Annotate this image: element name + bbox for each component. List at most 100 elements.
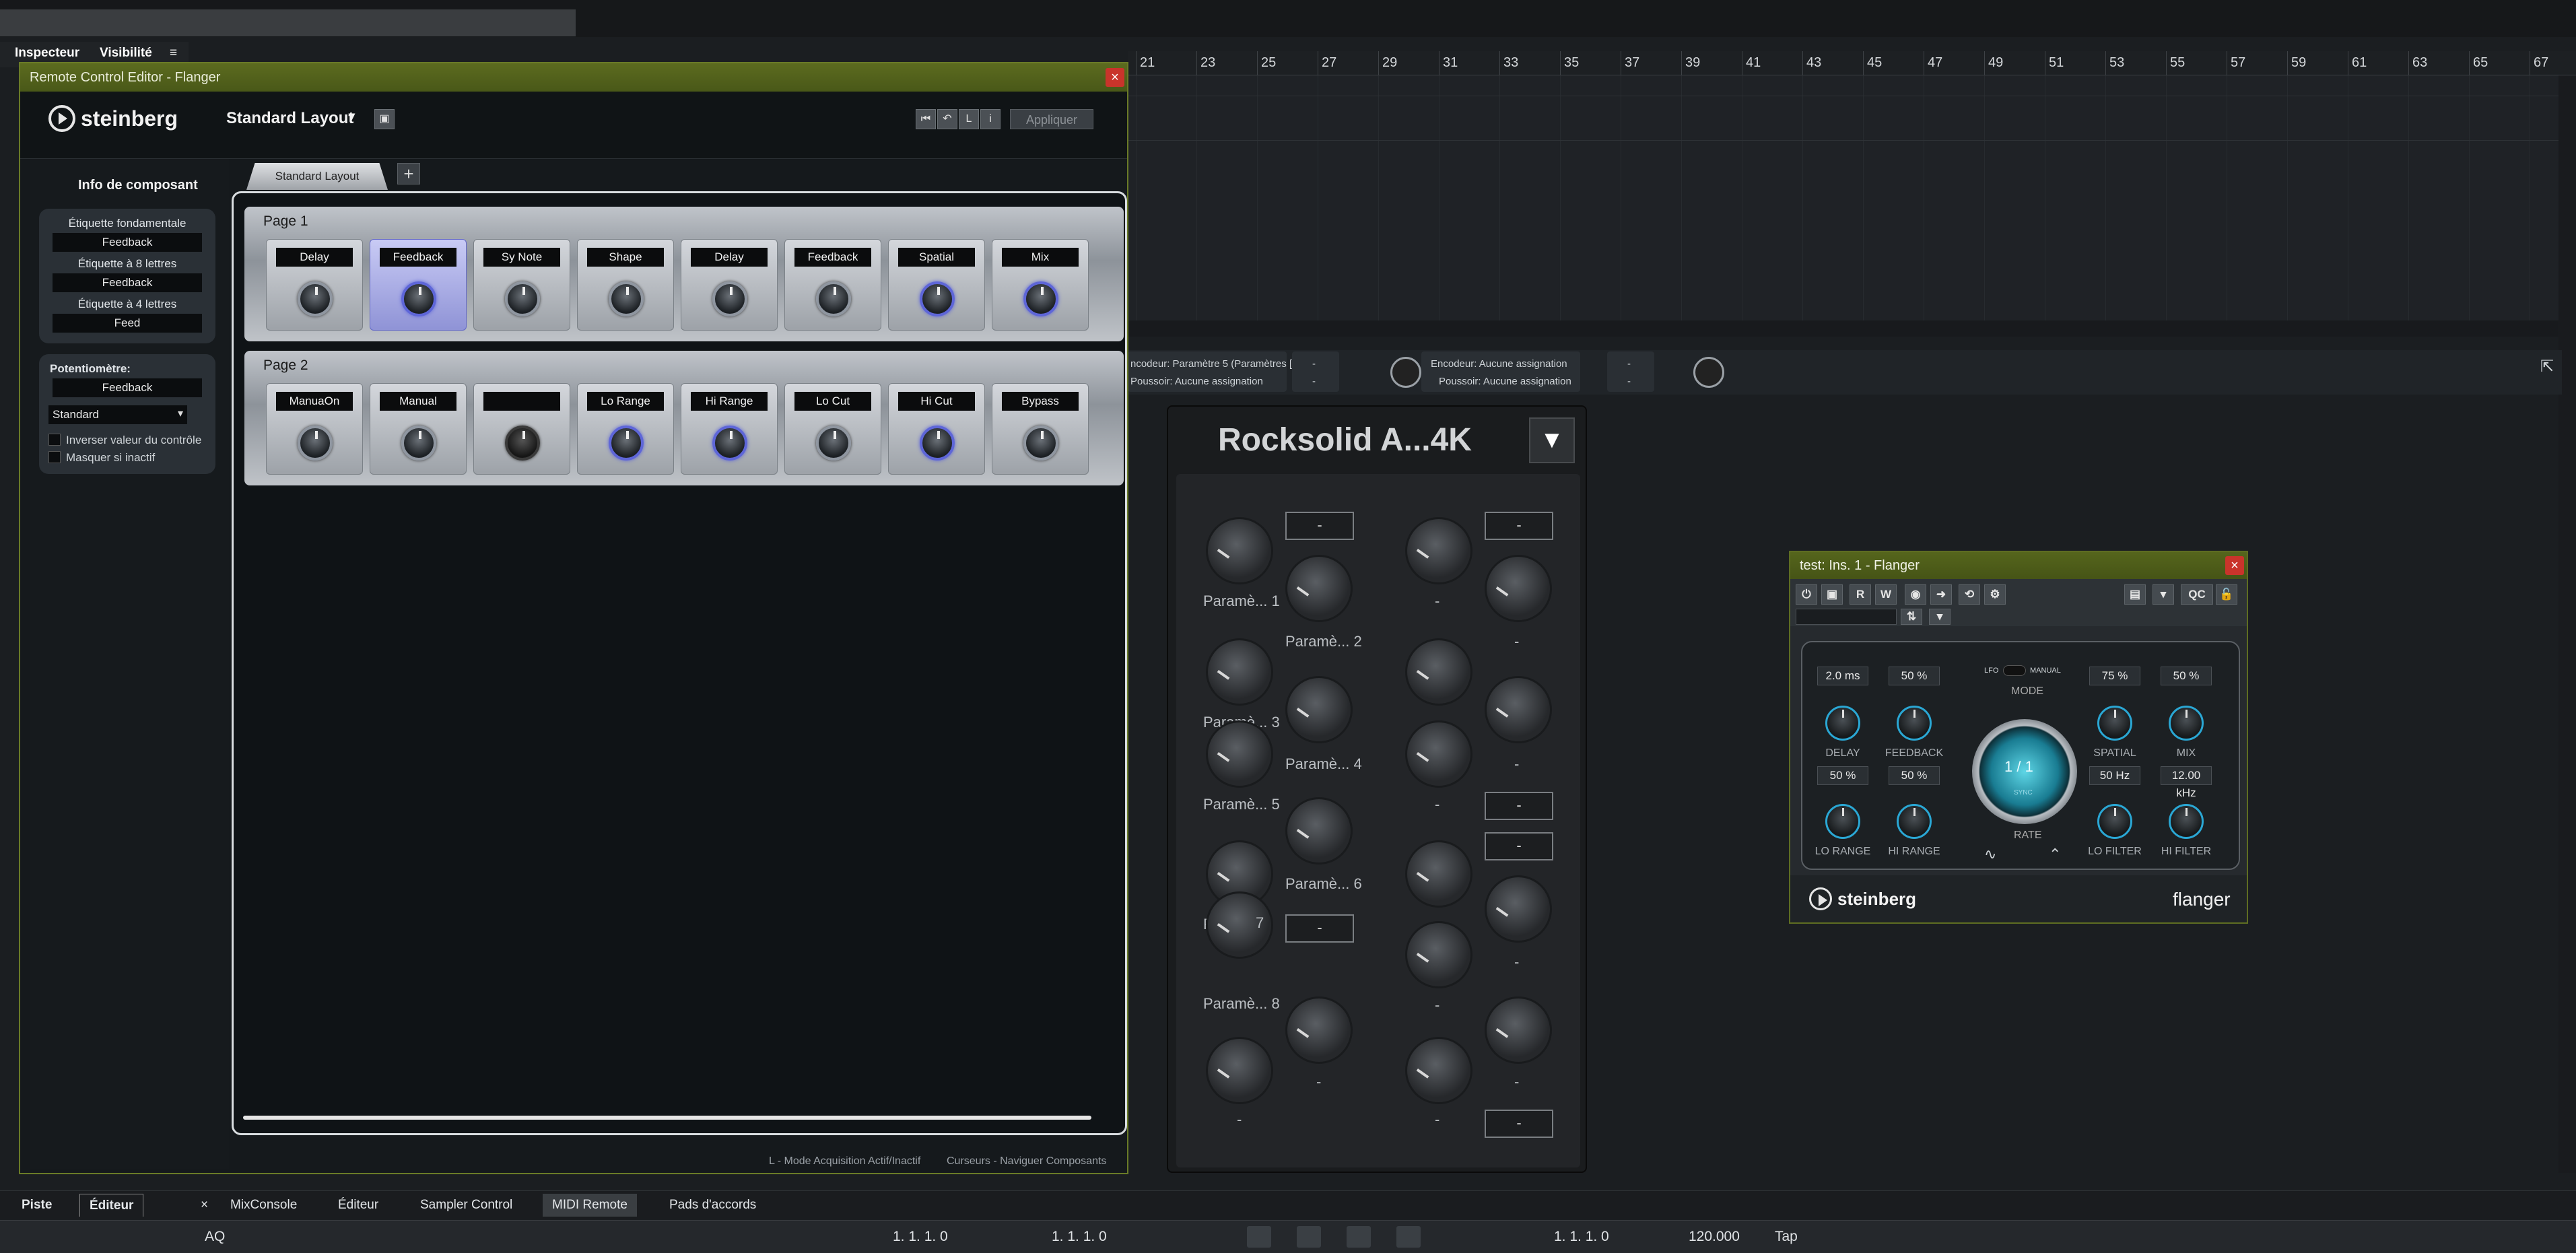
pot-label-field[interactable]: Feedback bbox=[53, 378, 202, 397]
param-knob[interactable] bbox=[1485, 875, 1552, 943]
slot[interactable]: Bypass bbox=[992, 383, 1089, 475]
param-knob[interactable] bbox=[1206, 720, 1273, 788]
aq-label[interactable]: AQ bbox=[205, 1229, 225, 1245]
slot[interactable]: Delay bbox=[266, 239, 363, 331]
chevron-down-icon[interactable]: ▾ bbox=[2153, 584, 2174, 605]
label-fund-field[interactable]: Feedback bbox=[53, 233, 202, 252]
knob[interactable] bbox=[298, 426, 333, 461]
assignment-1[interactable]: ncodeur: Paramètre 5 (Paramètres [.. Pou… bbox=[1128, 351, 1297, 392]
knob[interactable] bbox=[401, 426, 436, 461]
slot[interactable]: Sy Note bbox=[473, 239, 570, 331]
slot-selected[interactable]: Feedback bbox=[370, 239, 467, 331]
stop-icon[interactable] bbox=[1297, 1226, 1321, 1248]
encoder-knob[interactable] bbox=[1390, 357, 1421, 388]
param-knob[interactable] bbox=[1405, 517, 1472, 584]
param-value-box[interactable]: - bbox=[1485, 512, 1553, 540]
rocksolid-dropdown-button[interactable]: ▼ bbox=[1529, 417, 1575, 463]
gear-icon[interactable]: ⚙ bbox=[1984, 584, 2006, 605]
hi-filter-knob[interactable] bbox=[2169, 804, 2204, 839]
knob[interactable] bbox=[505, 426, 540, 461]
left-locator[interactable]: 1. 1. 1. 0 bbox=[893, 1229, 948, 1245]
undo-icon[interactable]: ↶ bbox=[937, 109, 957, 129]
preset-menu-icon[interactable]: ▾ bbox=[1929, 609, 1951, 625]
tab-editeur-2[interactable]: Éditeur bbox=[329, 1194, 388, 1217]
slot[interactable]: Delay bbox=[681, 239, 778, 331]
horizontal-scrollbar[interactable] bbox=[1128, 320, 2562, 337]
param-knob[interactable] bbox=[1405, 840, 1472, 908]
info-icon[interactable]: i bbox=[980, 109, 1001, 129]
chevron-down-icon[interactable]: ▾ bbox=[349, 109, 355, 123]
close-icon[interactable]: × bbox=[1106, 68, 1124, 87]
param-knob[interactable] bbox=[1285, 676, 1353, 743]
hi-range-knob[interactable] bbox=[1897, 804, 1932, 839]
arrange-area[interactable] bbox=[1128, 75, 2562, 325]
expand-icon[interactable]: ⇱ bbox=[2540, 357, 2554, 376]
write-button[interactable]: W bbox=[1875, 584, 1897, 605]
read-button[interactable]: R bbox=[1850, 584, 1871, 605]
position-display[interactable]: 1. 1. 1. 0 bbox=[1554, 1229, 1609, 1245]
hi-filter-value[interactable]: 12.00 kHz bbox=[2161, 766, 2212, 799]
delay-value[interactable]: 2.0 ms bbox=[1817, 667, 1868, 685]
knob[interactable] bbox=[609, 426, 644, 461]
delay-knob[interactable] bbox=[1825, 706, 1860, 741]
hi-range-value[interactable]: 50 % bbox=[1889, 766, 1940, 785]
tab-midi-remote[interactable]: MIDI Remote bbox=[543, 1194, 637, 1217]
waveform-sine-icon[interactable]: ∿ bbox=[1984, 846, 1996, 863]
knob[interactable] bbox=[609, 281, 644, 316]
param-knob[interactable] bbox=[1285, 555, 1353, 622]
slot[interactable] bbox=[473, 383, 570, 475]
slot[interactable]: Hi Cut bbox=[888, 383, 985, 475]
slot[interactable]: Feedback bbox=[784, 239, 881, 331]
rce-title-bar[interactable]: Remote Control Editor - Flanger × bbox=[20, 63, 1127, 92]
label-4-field[interactable]: Feed bbox=[53, 314, 202, 333]
record-icon[interactable] bbox=[1396, 1226, 1421, 1248]
tab-editeur[interactable]: Éditeur bbox=[79, 1194, 144, 1217]
param-knob[interactable] bbox=[1285, 797, 1353, 865]
knob[interactable] bbox=[1023, 426, 1058, 461]
tab-mixconsole[interactable]: MixConsole bbox=[221, 1194, 306, 1217]
canvas-scrollbar[interactable] bbox=[243, 1116, 1091, 1120]
param-knob[interactable] bbox=[1206, 1037, 1273, 1104]
param-knob[interactable] bbox=[1485, 555, 1552, 622]
slot[interactable]: Mix bbox=[992, 239, 1089, 331]
tab-piste[interactable]: Piste bbox=[12, 1194, 61, 1217]
quick-controls-button[interactable]: QC bbox=[2181, 584, 2213, 605]
preset-field[interactable] bbox=[1796, 609, 1897, 625]
lock-icon[interactable]: 🔓 bbox=[2216, 584, 2237, 605]
slot[interactable]: Spatial bbox=[888, 239, 985, 331]
pot-mode-select[interactable]: Standard bbox=[48, 405, 187, 424]
tab-sampler-control[interactable]: Sampler Control bbox=[411, 1194, 522, 1217]
arrow-icon[interactable]: ➜ bbox=[1930, 584, 1952, 605]
preset-up-down-icon[interactable]: ⇅ bbox=[1901, 609, 1922, 625]
param-knob[interactable] bbox=[1405, 921, 1472, 988]
tab-standard-layout[interactable]: Standard Layout bbox=[246, 163, 388, 190]
waveform-triangle-icon[interactable]: ⌃ bbox=[2049, 846, 2061, 863]
knob[interactable] bbox=[816, 426, 851, 461]
mode-switch[interactable] bbox=[2003, 665, 2026, 676]
knob[interactable] bbox=[920, 281, 955, 316]
param-knob[interactable] bbox=[1485, 996, 1552, 1064]
invert-checkbox[interactable] bbox=[48, 434, 61, 446]
menu-icon[interactable]: ≡ bbox=[170, 46, 177, 61]
tab-visibilite[interactable]: Visibilité bbox=[100, 46, 152, 61]
lo-range-value[interactable]: 50 % bbox=[1817, 766, 1868, 785]
knob[interactable] bbox=[505, 281, 540, 316]
slot[interactable]: Shape bbox=[577, 239, 674, 331]
spatial-value[interactable]: 75 % bbox=[2089, 667, 2140, 685]
slot[interactable]: ManuaOn bbox=[266, 383, 363, 475]
tap-button[interactable]: Tap bbox=[1775, 1229, 1798, 1245]
reset-icon[interactable]: ⏮ bbox=[916, 109, 936, 129]
timeline-ruler[interactable]: 21 23 25 27 29 31 33 35 37 39 41 43 45 47 49 51 53 55 57 59… bbox=[1128, 51, 2576, 75]
param-value-box[interactable]: - bbox=[1285, 914, 1354, 943]
vertical-scrollbar[interactable] bbox=[2558, 75, 2576, 1173]
spatial-knob[interactable] bbox=[2097, 706, 2132, 741]
slot[interactable]: Hi Range bbox=[681, 383, 778, 475]
encoder-knob[interactable] bbox=[1693, 357, 1724, 388]
bypass-icon[interactable]: ▣ bbox=[1821, 584, 1843, 605]
sidechain-icon[interactable]: ⟲ bbox=[1959, 584, 1980, 605]
param-knob[interactable] bbox=[1206, 517, 1273, 584]
param-knob[interactable] bbox=[1206, 638, 1273, 706]
knob[interactable] bbox=[401, 281, 436, 316]
tempo-display[interactable]: 120.000 bbox=[1689, 1229, 1740, 1245]
label-8-field[interactable]: Feedback bbox=[53, 273, 202, 292]
